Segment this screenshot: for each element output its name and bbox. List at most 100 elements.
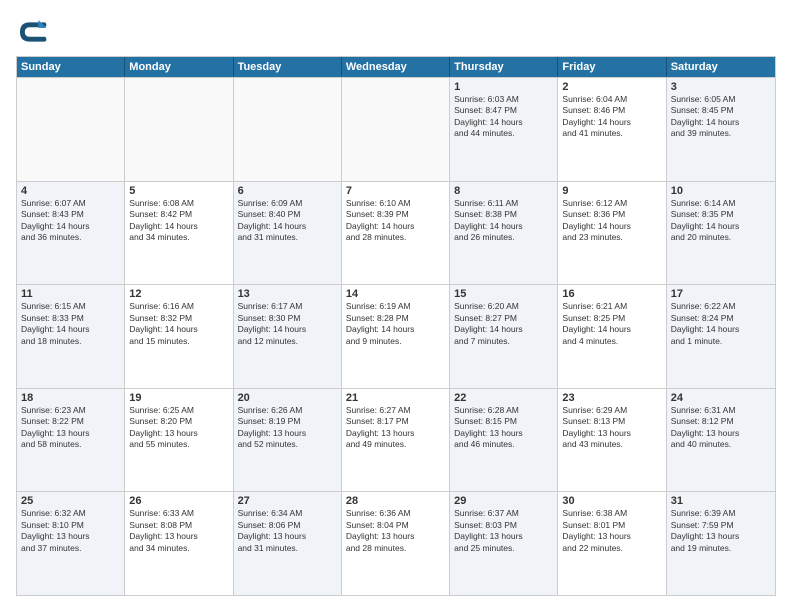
cal-cell-4-6: 31Sunrise: 6:39 AM Sunset: 7:59 PM Dayli… [667,492,775,595]
cal-row-1: 4Sunrise: 6:07 AM Sunset: 8:43 PM Daylig… [17,181,775,285]
cal-cell-1-4: 8Sunrise: 6:11 AM Sunset: 8:38 PM Daylig… [450,182,558,285]
cell-detail: Sunrise: 6:20 AM Sunset: 8:27 PM Dayligh… [454,301,553,347]
cell-detail: Sunrise: 6:15 AM Sunset: 8:33 PM Dayligh… [21,301,120,347]
day-number: 9 [562,185,661,197]
cal-cell-2-4: 15Sunrise: 6:20 AM Sunset: 8:27 PM Dayli… [450,285,558,388]
cell-detail: Sunrise: 6:22 AM Sunset: 8:24 PM Dayligh… [671,301,771,347]
day-number: 27 [238,495,337,507]
day-number: 6 [238,185,337,197]
cell-detail: Sunrise: 6:38 AM Sunset: 8:01 PM Dayligh… [562,508,661,554]
cal-cell-3-3: 21Sunrise: 6:27 AM Sunset: 8:17 PM Dayli… [342,389,450,492]
cal-cell-3-5: 23Sunrise: 6:29 AM Sunset: 8:13 PM Dayli… [558,389,666,492]
logo [16,16,52,48]
day-number: 21 [346,392,445,404]
cal-cell-0-5: 2Sunrise: 6:04 AM Sunset: 8:46 PM Daylig… [558,78,666,181]
cell-detail: Sunrise: 6:33 AM Sunset: 8:08 PM Dayligh… [129,508,228,554]
cal-header-tuesday: Tuesday [234,57,342,77]
cal-header-monday: Monday [125,57,233,77]
cal-cell-1-1: 5Sunrise: 6:08 AM Sunset: 8:42 PM Daylig… [125,182,233,285]
logo-icon [16,16,48,48]
cal-cell-0-4: 1Sunrise: 6:03 AM Sunset: 8:47 PM Daylig… [450,78,558,181]
day-number: 1 [454,81,553,93]
cell-detail: Sunrise: 6:08 AM Sunset: 8:42 PM Dayligh… [129,198,228,244]
cal-cell-1-5: 9Sunrise: 6:12 AM Sunset: 8:36 PM Daylig… [558,182,666,285]
day-number: 29 [454,495,553,507]
cal-cell-2-3: 14Sunrise: 6:19 AM Sunset: 8:28 PM Dayli… [342,285,450,388]
day-number: 16 [562,288,661,300]
header [16,16,776,48]
cal-row-2: 11Sunrise: 6:15 AM Sunset: 8:33 PM Dayli… [17,284,775,388]
cell-detail: Sunrise: 6:36 AM Sunset: 8:04 PM Dayligh… [346,508,445,554]
cell-detail: Sunrise: 6:11 AM Sunset: 8:38 PM Dayligh… [454,198,553,244]
cal-cell-4-4: 29Sunrise: 6:37 AM Sunset: 8:03 PM Dayli… [450,492,558,595]
cal-cell-1-2: 6Sunrise: 6:09 AM Sunset: 8:40 PM Daylig… [234,182,342,285]
day-number: 11 [21,288,120,300]
cal-cell-0-6: 3Sunrise: 6:05 AM Sunset: 8:45 PM Daylig… [667,78,775,181]
cal-cell-2-6: 17Sunrise: 6:22 AM Sunset: 8:24 PM Dayli… [667,285,775,388]
cal-cell-2-2: 13Sunrise: 6:17 AM Sunset: 8:30 PM Dayli… [234,285,342,388]
cal-cell-1-3: 7Sunrise: 6:10 AM Sunset: 8:39 PM Daylig… [342,182,450,285]
cal-row-0: 1Sunrise: 6:03 AM Sunset: 8:47 PM Daylig… [17,77,775,181]
day-number: 22 [454,392,553,404]
cal-cell-4-0: 25Sunrise: 6:32 AM Sunset: 8:10 PM Dayli… [17,492,125,595]
cal-cell-2-1: 12Sunrise: 6:16 AM Sunset: 8:32 PM Dayli… [125,285,233,388]
cal-cell-4-2: 27Sunrise: 6:34 AM Sunset: 8:06 PM Dayli… [234,492,342,595]
cal-row-4: 25Sunrise: 6:32 AM Sunset: 8:10 PM Dayli… [17,491,775,595]
cell-detail: Sunrise: 6:31 AM Sunset: 8:12 PM Dayligh… [671,405,771,451]
cal-cell-1-6: 10Sunrise: 6:14 AM Sunset: 8:35 PM Dayli… [667,182,775,285]
cell-detail: Sunrise: 6:32 AM Sunset: 8:10 PM Dayligh… [21,508,120,554]
day-number: 25 [21,495,120,507]
cell-detail: Sunrise: 6:37 AM Sunset: 8:03 PM Dayligh… [454,508,553,554]
day-number: 2 [562,81,661,93]
day-number: 17 [671,288,771,300]
day-number: 18 [21,392,120,404]
cell-detail: Sunrise: 6:29 AM Sunset: 8:13 PM Dayligh… [562,405,661,451]
day-number: 15 [454,288,553,300]
cal-cell-2-5: 16Sunrise: 6:21 AM Sunset: 8:25 PM Dayli… [558,285,666,388]
cal-cell-4-1: 26Sunrise: 6:33 AM Sunset: 8:08 PM Dayli… [125,492,233,595]
cal-cell-3-1: 19Sunrise: 6:25 AM Sunset: 8:20 PM Dayli… [125,389,233,492]
cal-cell-1-0: 4Sunrise: 6:07 AM Sunset: 8:43 PM Daylig… [17,182,125,285]
cell-detail: Sunrise: 6:16 AM Sunset: 8:32 PM Dayligh… [129,301,228,347]
cal-cell-4-3: 28Sunrise: 6:36 AM Sunset: 8:04 PM Dayli… [342,492,450,595]
cell-detail: Sunrise: 6:07 AM Sunset: 8:43 PM Dayligh… [21,198,120,244]
day-number: 14 [346,288,445,300]
cell-detail: Sunrise: 6:05 AM Sunset: 8:45 PM Dayligh… [671,94,771,140]
day-number: 8 [454,185,553,197]
cell-detail: Sunrise: 6:09 AM Sunset: 8:40 PM Dayligh… [238,198,337,244]
day-number: 30 [562,495,661,507]
cell-detail: Sunrise: 6:23 AM Sunset: 8:22 PM Dayligh… [21,405,120,451]
cal-cell-3-4: 22Sunrise: 6:28 AM Sunset: 8:15 PM Dayli… [450,389,558,492]
cell-detail: Sunrise: 6:28 AM Sunset: 8:15 PM Dayligh… [454,405,553,451]
day-number: 13 [238,288,337,300]
day-number: 23 [562,392,661,404]
calendar: SundayMondayTuesdayWednesdayThursdayFrid… [16,56,776,596]
cal-header-wednesday: Wednesday [342,57,450,77]
calendar-header-row: SundayMondayTuesdayWednesdayThursdayFrid… [17,57,775,77]
cal-header-sunday: Sunday [17,57,125,77]
day-number: 10 [671,185,771,197]
cell-detail: Sunrise: 6:17 AM Sunset: 8:30 PM Dayligh… [238,301,337,347]
day-number: 4 [21,185,120,197]
day-number: 3 [671,81,771,93]
cal-cell-3-6: 24Sunrise: 6:31 AM Sunset: 8:12 PM Dayli… [667,389,775,492]
day-number: 20 [238,392,337,404]
cell-detail: Sunrise: 6:34 AM Sunset: 8:06 PM Dayligh… [238,508,337,554]
day-number: 26 [129,495,228,507]
cal-header-saturday: Saturday [667,57,775,77]
cal-cell-0-0 [17,78,125,181]
cal-cell-0-3 [342,78,450,181]
cal-header-friday: Friday [558,57,666,77]
cell-detail: Sunrise: 6:12 AM Sunset: 8:36 PM Dayligh… [562,198,661,244]
page: SundayMondayTuesdayWednesdayThursdayFrid… [0,0,792,612]
day-number: 31 [671,495,771,507]
day-number: 28 [346,495,445,507]
day-number: 12 [129,288,228,300]
cal-cell-0-1 [125,78,233,181]
cal-cell-2-0: 11Sunrise: 6:15 AM Sunset: 8:33 PM Dayli… [17,285,125,388]
cal-cell-0-2 [234,78,342,181]
cell-detail: Sunrise: 6:04 AM Sunset: 8:46 PM Dayligh… [562,94,661,140]
cell-detail: Sunrise: 6:25 AM Sunset: 8:20 PM Dayligh… [129,405,228,451]
cell-detail: Sunrise: 6:26 AM Sunset: 8:19 PM Dayligh… [238,405,337,451]
cell-detail: Sunrise: 6:27 AM Sunset: 8:17 PM Dayligh… [346,405,445,451]
